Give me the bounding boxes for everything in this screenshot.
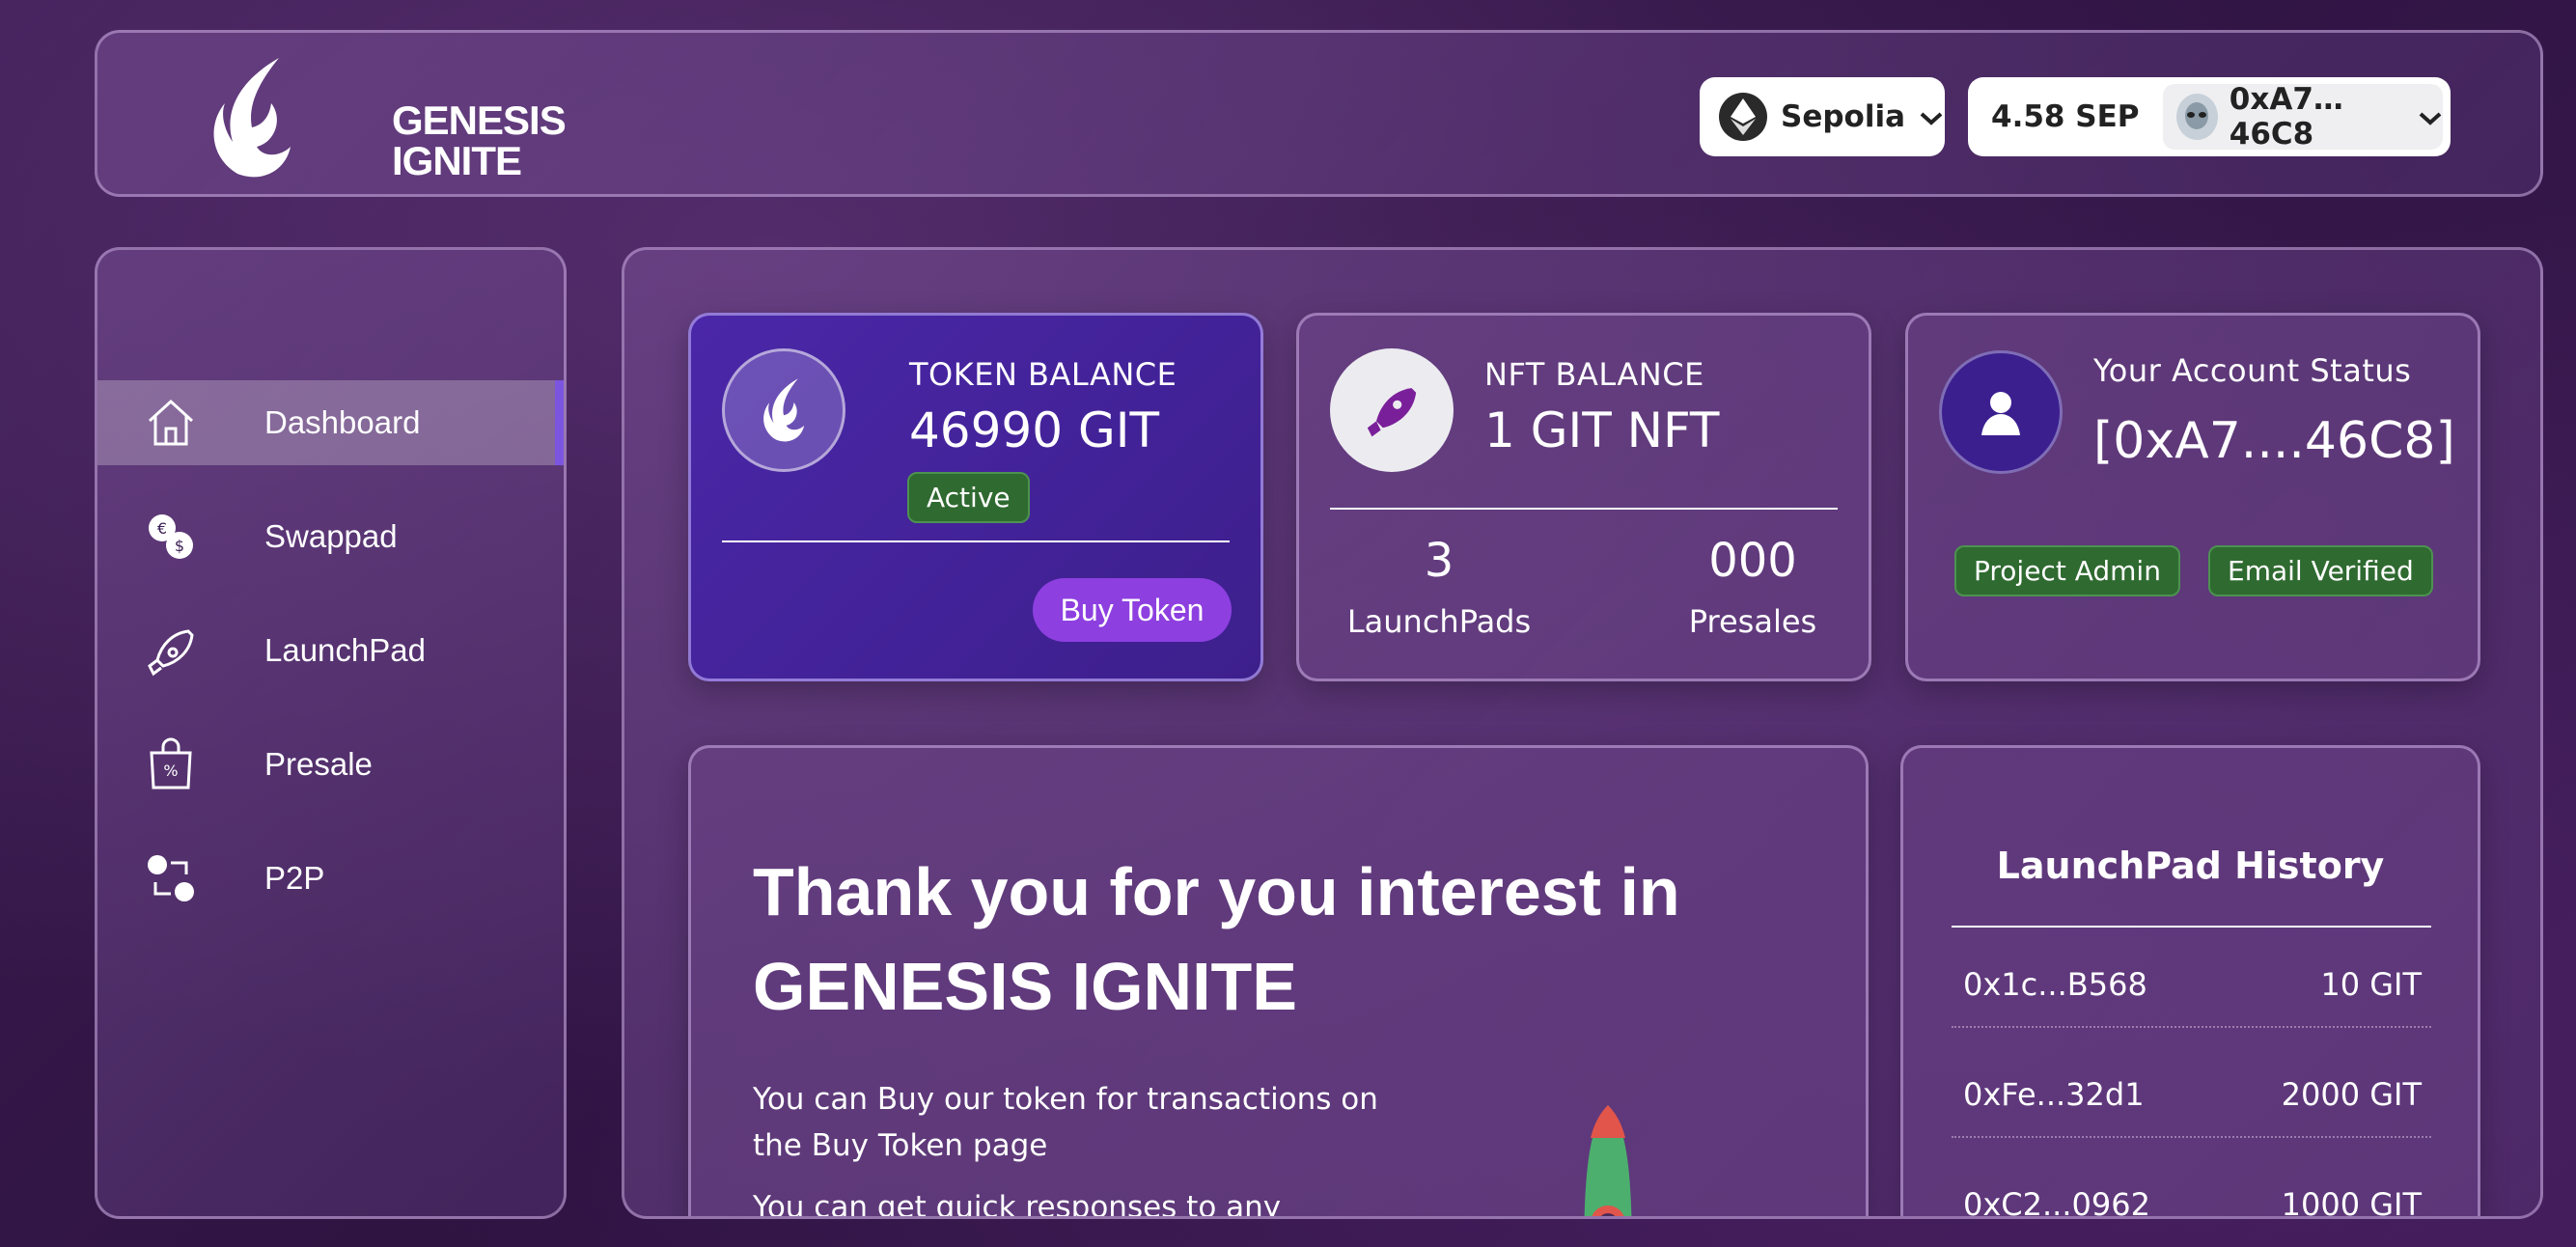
flame-logo-icon — [213, 58, 291, 178]
status-badge: Active — [907, 472, 1030, 523]
project-admin-badge: Project Admin — [1954, 545, 2180, 596]
launchpad-history-card: LaunchPad History 0x1c...B568 10 GIT 0xF… — [1900, 745, 2480, 1219]
sidebar-item-presale[interactable]: % Presale — [97, 722, 564, 807]
account-widget: 4.58 SEP 0xA7…46C8 — [1968, 77, 2451, 156]
top-header: GENESIS IGNITE Sepolia 4.58 SEP 0xA7…46C… — [95, 30, 2543, 197]
divider — [722, 540, 1230, 542]
genesis-ignite-logo[interactable]: GENESIS IGNITE — [204, 50, 567, 185]
account-address: [0xA7....46C8] — [2093, 412, 2455, 470]
divider — [1330, 508, 1838, 510]
history-amount: 10 GIT — [2320, 966, 2422, 1003]
table-row[interactable]: 0xFe...32d1 2000 GIT — [1952, 1039, 2431, 1138]
sidebar-item-launchpad[interactable]: LaunchPad — [97, 608, 564, 693]
launchpads-label: LaunchPads — [1346, 603, 1532, 640]
email-verified-badge: Email Verified — [2208, 545, 2433, 596]
network-selector-button[interactable]: Sepolia — [1700, 77, 1945, 156]
table-row[interactable]: 0xC2...0962 1000 GIT — [1952, 1150, 2431, 1219]
intro-paragraph: You can get quick responses to any — [753, 1190, 1282, 1219]
token-balance-value: 46990 GIT — [909, 402, 1159, 458]
nft-balance-value: 1 GIT NFT — [1484, 402, 1720, 458]
home-icon — [148, 399, 194, 446]
user-icon — [1939, 350, 2063, 474]
network-name: Sepolia — [1781, 99, 1906, 134]
logo-text-line1: GENESIS — [392, 97, 567, 143]
history-address: 0x1c...B568 — [1963, 966, 2147, 1003]
wallet-balance: 4.58 SEP — [1991, 99, 2140, 134]
divider — [1952, 926, 2431, 928]
presale-bag-icon: % — [150, 737, 192, 790]
token-balance-card: TOKEN BALANCE 46990 GIT Active Buy Token — [688, 313, 1263, 681]
sidebar-item-p2p[interactable]: P2P — [97, 836, 564, 921]
alien-avatar-icon — [2176, 94, 2218, 140]
ethereum-icon — [1719, 93, 1767, 141]
chevron-down-icon — [1919, 99, 1944, 134]
sidebar-item-swappad[interactable]: € $ Swappad — [97, 494, 564, 579]
rocket-illustration — [1584, 1105, 1632, 1216]
sidebar: Dashboard € $ Swappad LaunchPad % Presale… — [95, 247, 567, 1219]
history-amount: 2000 GIT — [2281, 1076, 2422, 1113]
rocket-icon — [1330, 348, 1454, 472]
history-amount: 1000 GIT — [2281, 1186, 2422, 1219]
presales-count: 000 — [1708, 534, 1797, 588]
intro-paragraph: You can Buy our token for transactions o… — [753, 1082, 1378, 1163]
p2p-icon — [148, 855, 194, 901]
intro-card: Thank you for you interest in GENESIS IG… — [688, 745, 1869, 1219]
wallet-address: 0xA7…46C8 — [2229, 82, 2343, 152]
account-address-button[interactable]: 0xA7…46C8 — [2163, 82, 2443, 152]
sidebar-item-label: LaunchPad — [264, 632, 426, 668]
token-balance-title: TOKEN BALANCE — [909, 356, 1177, 393]
sidebar-item-label: Dashboard — [264, 404, 421, 440]
currency-swap-icon: €$ — [149, 514, 193, 559]
chevron-down-icon — [2418, 99, 2443, 134]
svg-text:$: $ — [175, 537, 184, 555]
buy-token-button[interactable]: Buy Token — [1033, 578, 1232, 642]
sidebar-item-label: Presale — [264, 746, 373, 782]
sidebar-item-dashboard[interactable]: Dashboard — [97, 380, 564, 465]
token-logo-icon — [722, 348, 845, 472]
nft-balance-title: NFT BALANCE — [1484, 356, 1704, 393]
account-status-title: Your Account Status — [2093, 352, 2412, 389]
logo-text-line2: IGNITE — [392, 138, 522, 183]
nft-balance-card: NFT BALANCE 1 GIT NFT 3 LaunchPads 000 P… — [1296, 313, 1871, 681]
svg-text:€: € — [157, 519, 167, 538]
sidebar-item-label: P2P — [264, 860, 325, 896]
presales-label: Presales — [1688, 603, 1817, 640]
launchpads-count: 3 — [1424, 534, 1454, 588]
account-status-card: Your Account Status [0xA7....46C8] Proje… — [1905, 313, 2480, 681]
rocket-icon — [148, 629, 194, 677]
sidebar-item-label: Swappad — [264, 518, 398, 554]
table-row[interactable]: 0x1c...B568 10 GIT — [1952, 929, 2431, 1028]
history-address: 0xC2...0962 — [1963, 1186, 2150, 1219]
svg-text:%: % — [163, 762, 178, 780]
main-content: TOKEN BALANCE 46990 GIT Active Buy Token… — [622, 247, 2543, 1219]
intro-title: Thank you for you interest in GENESIS IG… — [753, 854, 1680, 1024]
launchpad-history-title: LaunchPad History — [1996, 845, 2385, 887]
history-address: 0xFe...32d1 — [1963, 1076, 2145, 1113]
